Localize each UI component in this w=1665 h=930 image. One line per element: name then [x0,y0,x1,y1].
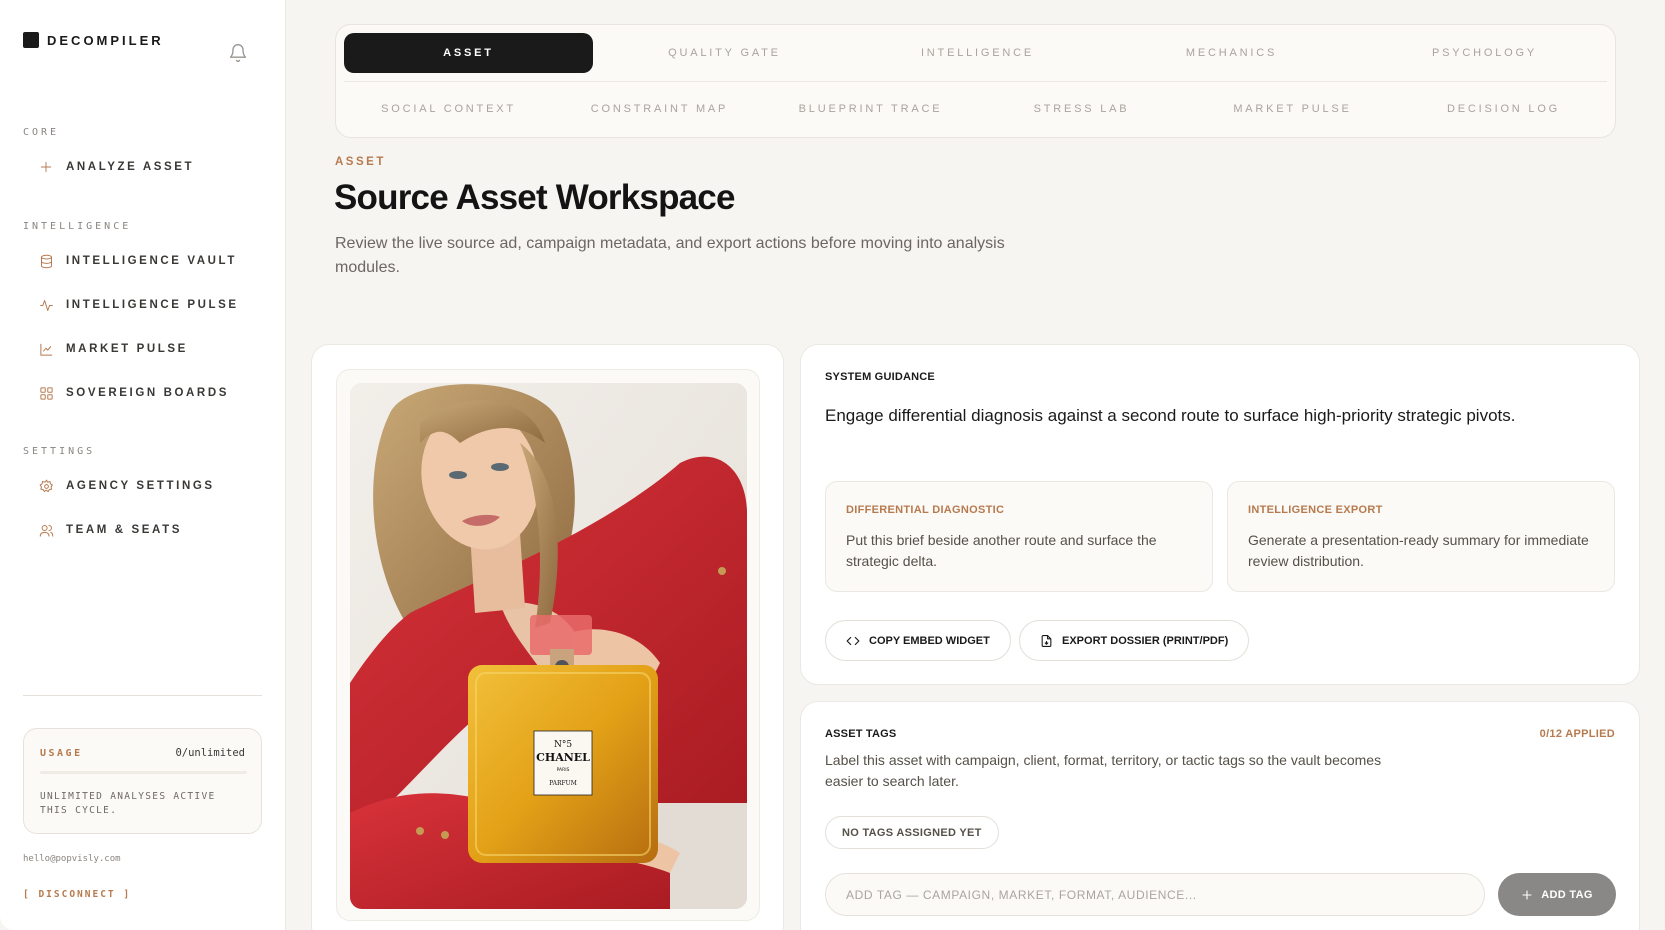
sidebar-item-label: TEAM & SEATS [66,524,182,536]
asset-preview-card: N°5 CHANEL PARIS PARFUM [311,344,784,930]
button-label: COPY EMBED WIDGET [869,634,990,647]
tab-social-context[interactable]: SOCIAL CONTEXT [344,89,553,129]
plus-icon [38,159,54,175]
page-title: Source Asset Workspace [334,178,735,217]
card-body: Put this brief beside another route and … [846,532,1157,569]
tabs-divider [344,81,1607,82]
tab-intelligence[interactable]: INTELLIGENCE [853,33,1102,73]
asset-tags-card: ASSET TAGS 0/12 APPLIED Label this asset… [800,701,1640,930]
plus-icon [1521,889,1533,901]
sidebar-item-agency-settings[interactable]: AGENCY SETTINGS [38,478,215,494]
source-ad-image: N°5 CHANEL PARIS PARFUM [350,383,747,909]
grid-icon [38,385,54,401]
sidebar-item-label: SOVEREIGN BOARDS [66,387,230,399]
usage-note: UNLIMITED ANALYSES ACTIVE THIS CYCLE. [40,791,216,816]
tab-psychology[interactable]: PSYCHOLOGY [1360,33,1609,73]
sidebar-item-market-pulse[interactable]: MARKET PULSE [38,341,188,357]
users-icon [38,522,54,538]
sidebar-item-label: INTELLIGENCE PULSE [66,299,239,311]
sidebar-item-label: ANALYZE ASSET [66,161,195,173]
tab-constraint-map[interactable]: CONSTRAINT MAP [555,89,764,129]
tab-stress-lab[interactable]: STRESS LAB [977,89,1186,129]
activity-icon [38,297,54,313]
brand-logo-icon [23,32,39,48]
section-settings: SETTINGS [23,446,96,457]
tags-label: ASSET TAGS [825,728,897,740]
card-title: DIFFERENTIAL DIAGNOSTIC [846,504,1005,516]
tab-decision-log[interactable]: DECISION LOG [1399,89,1608,129]
tab-quality-gate[interactable]: QUALITY GATE [600,33,849,73]
sidebar-item-sovereign-boards[interactable]: SOVEREIGN BOARDS [38,385,229,401]
section-core: CORE [23,127,60,138]
disconnect-link[interactable]: [ DISCONNECT ] [23,889,131,900]
section-intelligence: INTELLIGENCE [23,221,132,232]
brand[interactable]: DECOMPILER [23,32,164,48]
bottle-label-number: N°5 [554,740,572,750]
button-label: EXPORT DOSSIER (PRINT/PDF) [1062,634,1229,647]
usage-card: USAGE 0/unlimited UNLIMITED ANALYSES ACT… [23,728,262,834]
usage-count: 0/unlimited [175,747,245,759]
sidebar: DECOMPILER CORE ANALYZE ASSET INTELLIGEN… [0,0,286,930]
sidebar-item-label: MARKET PULSE [66,343,188,355]
system-guidance-card: SYSTEM GUIDANCE Engage differential diag… [800,344,1640,685]
intelligence-export-card[interactable]: INTELLIGENCE EXPORT Generate a presentat… [1227,481,1615,592]
usage-progress-bar [40,771,247,774]
file-icon [1040,634,1053,648]
guidance-text: Engage differential diagnosis against a … [825,406,1516,425]
gear-icon [38,478,54,494]
page-subtitle: Review the live source ad, campaign meta… [335,235,1005,276]
guidance-label: SYSTEM GUIDANCE [825,371,935,383]
line-chart-icon [38,341,54,357]
sidebar-item-analyze-asset[interactable]: ANALYZE ASSET [38,159,194,175]
sidebar-divider [23,695,262,696]
bell-icon[interactable] [228,43,248,63]
sidebar-item-intelligence-vault[interactable]: INTELLIGENCE VAULT [38,253,237,269]
account-email: hello@popvisly.com [23,854,121,864]
sidebar-item-team-seats[interactable]: TEAM & SEATS [38,522,182,538]
sidebar-item-label: INTELLIGENCE VAULT [66,255,237,267]
brand-name: DECOMPILER [47,32,164,48]
tab-mechanics[interactable]: MECHANICS [1107,33,1356,73]
tags-count: 0/12 APPLIED [1539,728,1615,740]
empty-tags-badge: NO TAGS ASSIGNED YET [825,816,999,849]
tags-description: Label this asset with campaign, client, … [825,752,1382,789]
code-icon [846,634,860,648]
database-icon [38,253,54,269]
card-title: INTELLIGENCE EXPORT [1248,504,1383,516]
export-dossier-button[interactable]: EXPORT DOSSIER (PRINT/PDF) [1019,620,1250,661]
tab-blueprint-trace[interactable]: BLUEPRINT TRACE [766,89,975,129]
module-tabs: ASSET QUALITY GATE INTELLIGENCE MECHANIC… [335,24,1616,138]
copy-embed-widget-button[interactable]: COPY EMBED WIDGET [825,620,1011,661]
button-label: ADD TAG [1541,888,1593,901]
sidebar-item-intelligence-pulse[interactable]: INTELLIGENCE PULSE [38,297,239,313]
add-tag-button[interactable]: ADD TAG [1498,873,1616,916]
bottle-label-brand: CHANEL [536,751,590,764]
asset-frame: N°5 CHANEL PARIS PARFUM [336,369,760,921]
differential-diagnostic-card[interactable]: DIFFERENTIAL DIAGNOSTIC Put this brief b… [825,481,1213,592]
bottle-label-type: PARFUM [549,780,577,787]
breadcrumb: ASSET [335,156,386,168]
card-body: Generate a presentation-ready summary fo… [1248,532,1589,569]
usage-title: USAGE [40,748,83,759]
tab-market-pulse[interactable]: MARKET PULSE [1188,89,1397,129]
sidebar-item-label: AGENCY SETTINGS [66,480,215,492]
bottle-label-city: PARIS [557,767,570,773]
add-tag-input[interactable] [825,873,1485,916]
tab-asset[interactable]: ASSET [344,33,593,73]
